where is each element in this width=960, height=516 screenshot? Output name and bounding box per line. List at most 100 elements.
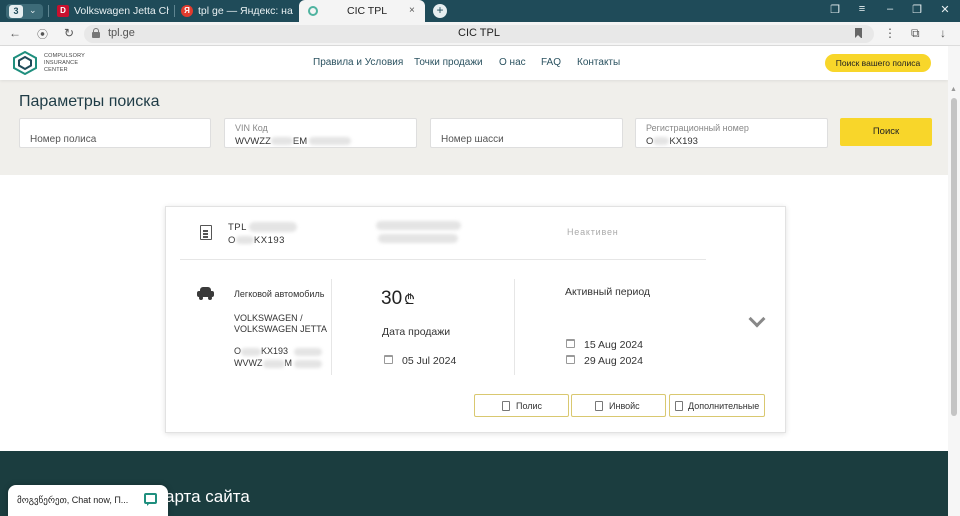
period-end-date: 29 Aug 2024 (584, 355, 643, 367)
plate2-start: O (234, 346, 242, 356)
redacted-blur (241, 347, 262, 356)
vin-value: WVWZZ EM (235, 136, 352, 147)
reg-value-end: KX193 (669, 136, 698, 147)
page-title: CIC TPL (458, 27, 500, 39)
chat-text: მოგვწერეთ, Chat now, П... (17, 495, 129, 505)
button-label: Инвойс (609, 401, 640, 411)
find-policy-button[interactable]: Поиск вашего полиса (825, 54, 931, 72)
policy-title-text: TPL (228, 222, 247, 233)
new-tab-button[interactable]: + (433, 4, 447, 18)
extensions-icon[interactable]: ⧉ (911, 26, 920, 41)
search-button[interactable]: Поиск (840, 118, 932, 146)
scrollbar-thumb[interactable] (951, 98, 957, 416)
redacted-blur (294, 347, 323, 356)
tab-counter[interactable]: 3 ⌄ (6, 4, 43, 19)
address-bar: ← ⦿ ↻ tpl.ge CIC TPL ⋮ ⧉ ↓ (0, 22, 960, 46)
expand-chevron-icon[interactable] (748, 310, 766, 328)
bookmark-icon[interactable] (855, 28, 862, 38)
redacted-blur (235, 236, 254, 245)
close-tab-icon[interactable]: × (409, 0, 415, 22)
protect-icon[interactable]: ⦿ (37, 26, 48, 42)
nav-terms[interactable]: Правила и Условия (313, 57, 403, 68)
column-separator (514, 279, 515, 375)
redacted-blur (248, 222, 297, 233)
price-value: 30 (381, 288, 403, 309)
chassis-number-input[interactable]: Номер шасси (430, 118, 623, 148)
policy-price: 30 ₾ (381, 288, 415, 310)
policy-title: TPL (228, 222, 297, 233)
divider (180, 259, 706, 260)
pdf-icon (675, 401, 683, 411)
sale-date: 05 Jul 2024 (402, 355, 457, 367)
logo-line: INSURANCE (44, 60, 79, 66)
drive2-favicon-icon: D (57, 5, 69, 17)
redacted-blur (376, 221, 461, 230)
tab-yandex[interactable]: Я tpl ge — Яндекс: нашлось (181, 0, 293, 22)
scroll-up-icon[interactable]: ▲ (950, 86, 957, 93)
yandex-favicon-icon: Я (181, 5, 193, 17)
nav-points-of-sale[interactable]: Точки продажи (414, 57, 483, 68)
redacted-blur (270, 137, 293, 146)
site-header: COMPULSORY INSURANCE CENTER Правила и Ус… (0, 46, 948, 80)
redacted-block (376, 221, 461, 245)
restore-icon[interactable]: ❐ (908, 3, 926, 16)
close-window-icon[interactable]: ✕ (936, 3, 954, 16)
button-label: Полис (516, 401, 543, 411)
tab-overview-icon[interactable]: ❐ (826, 3, 844, 16)
pdf-icon (502, 401, 510, 411)
reload-icon[interactable]: ↻ (64, 26, 74, 40)
url-field[interactable]: tpl.ge CIC TPL (84, 25, 874, 43)
vin-short-start: WVWZ (234, 358, 263, 368)
browser-tab-bar: 3 ⌄ D Volkswagen Jetta Charge I Я tpl ge… (0, 0, 960, 22)
document-icon (200, 225, 212, 240)
vin-value-start: WVWZZ (235, 136, 271, 147)
column-separator (331, 279, 332, 375)
back-icon[interactable]: ← (9, 26, 21, 40)
tab-count: 3 (9, 5, 23, 18)
invoice-button[interactable]: Инвойс (571, 394, 666, 417)
nav-about[interactable]: О нас (499, 57, 526, 68)
cic-logo-icon[interactable] (12, 51, 38, 75)
menu-icon[interactable]: ≡ (853, 3, 871, 15)
policy-document-button[interactable]: Полис (474, 394, 569, 417)
tab-label: CIC TPL (347, 5, 388, 17)
registration-label: Регистрационный номер (646, 123, 749, 133)
pdf-icon (595, 401, 603, 411)
nav-faq[interactable]: FAQ (541, 57, 561, 68)
redacted-blur (262, 359, 285, 368)
tab-label: Volkswagen Jetta Charge I (74, 5, 169, 17)
chat-widget[interactable]: მოგვწერეთ, Chat now, П... (8, 485, 168, 516)
period-start-date: 15 Aug 2024 (584, 339, 643, 351)
more-icon[interactable]: ⋮ (884, 26, 896, 40)
logo-line: COMPULSORY (44, 53, 86, 59)
search-title: Параметры поиска (19, 93, 160, 110)
lari-icon: ₾ (404, 291, 415, 307)
chat-bubble-icon (144, 493, 157, 506)
vehicle-vin: WVWZ M (234, 358, 322, 369)
page-scrollbar[interactable]: ▲ (948, 46, 960, 516)
cic-favicon-icon (308, 6, 318, 16)
registration-number-input[interactable]: Регистрационный номер O KX193 (635, 118, 828, 148)
additional-documents-button[interactable]: Дополнительные (669, 394, 765, 417)
policy-number-input[interactable]: Номер полиса (19, 118, 211, 148)
vin-label: VIN Код (235, 123, 268, 133)
tab-volkswagen[interactable]: D Volkswagen Jetta Charge I (57, 0, 169, 22)
sale-date-label: Дата продажи (382, 326, 451, 338)
nav-contacts[interactable]: Контакты (577, 57, 620, 68)
tab-separator (48, 5, 49, 17)
vehicle-plate: O KX193 (234, 346, 323, 357)
policy-plate: O KX193 (228, 235, 285, 246)
policy-number-placeholder: Номер полиса (30, 134, 97, 145)
calendar-icon (566, 339, 575, 348)
redacted-blur (294, 359, 322, 368)
minimize-icon[interactable]: – (881, 3, 899, 15)
active-period-label: Активный период (565, 286, 651, 298)
tab-active-cic-tpl[interactable]: CIC TPL × (299, 0, 425, 22)
tab-label: tpl ge — Яндекс: нашлось (198, 5, 293, 17)
download-icon[interactable]: ↓ (940, 26, 946, 40)
vin-short-end: M (284, 358, 293, 368)
footer-title: арта сайта (165, 487, 250, 506)
vin-input[interactable]: VIN Код WVWZZ EM (224, 118, 417, 148)
redacted-blur (309, 137, 352, 146)
logo-line: CENTER (44, 67, 68, 73)
